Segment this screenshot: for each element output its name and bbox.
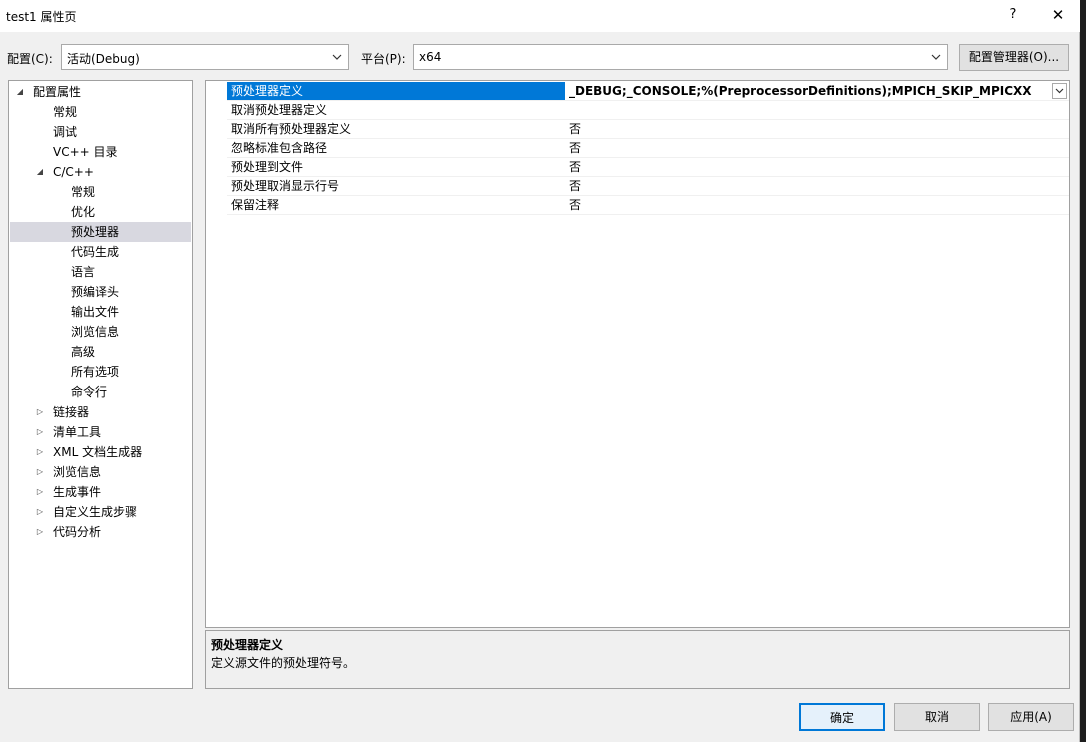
help-icon[interactable]: ? bbox=[1002, 4, 1024, 26]
property-row-undefine-preprocessor[interactable]: 取消预处理器定义 bbox=[227, 101, 1069, 120]
chevron-down-icon bbox=[1055, 88, 1064, 94]
tree-item-output-files[interactable]: 输出文件 bbox=[71, 302, 119, 322]
property-name: 取消预处理器定义 bbox=[231, 103, 328, 117]
description-panel: 预处理器定义 定义源文件的预处理符号。 bbox=[205, 630, 1070, 689]
tree-item-label: 生成事件 bbox=[53, 485, 102, 499]
config-label: 配置(C): bbox=[7, 52, 53, 66]
background-strip bbox=[1080, 0, 1086, 742]
property-pages-dialog: test1 属性页 ? ✕ 配置(C): 活动(Debug) 平台(P): x6… bbox=[0, 0, 1080, 742]
tree-item-build-events[interactable]: ▷ 生成事件 bbox=[9, 482, 190, 502]
tree-item-all-options[interactable]: 所有选项 bbox=[71, 362, 119, 382]
tree-item-browse-info[interactable]: 浏览信息 bbox=[71, 322, 119, 342]
description-text: 定义源文件的预处理符号。 bbox=[211, 656, 356, 670]
property-row-suppress-line-numbers[interactable]: 预处理取消显示行号 否 bbox=[227, 177, 1069, 196]
platform-dropdown[interactable]: x64 bbox=[413, 44, 948, 70]
config-dropdown[interactable]: 活动(Debug) bbox=[61, 44, 349, 70]
expand-triangle-icon[interactable]: ▷ bbox=[35, 522, 45, 542]
tree-item-language[interactable]: 语言 bbox=[71, 262, 95, 282]
platform-value: x64 bbox=[419, 50, 442, 64]
config-value: 活动(Debug) bbox=[67, 52, 140, 66]
property-value: 否 bbox=[569, 198, 582, 212]
expand-triangle-icon[interactable]: ▷ bbox=[35, 462, 45, 482]
tree-item-label: XML 文档生成器 bbox=[53, 445, 143, 459]
property-row-keep-comments[interactable]: 保留注释 否 bbox=[227, 196, 1069, 215]
expand-triangle-icon[interactable]: ◢ bbox=[15, 82, 25, 102]
property-row-undefine-all[interactable]: 取消所有预处理器定义 否 bbox=[227, 120, 1069, 139]
expand-triangle-icon[interactable]: ▷ bbox=[35, 502, 45, 522]
tree-item-label: 预处理器 bbox=[71, 225, 120, 239]
tree-item-label: 清单工具 bbox=[53, 425, 102, 439]
expand-triangle-icon[interactable]: ▷ bbox=[35, 482, 45, 502]
tree-item-label: 配置属性 bbox=[33, 85, 82, 99]
tree-item-cpp[interactable]: ◢ C/C++ bbox=[9, 162, 190, 182]
tree-item-browse-information[interactable]: ▷ 浏览信息 bbox=[9, 462, 190, 482]
tree-item-custom-build-step[interactable]: ▷ 自定义生成步骤 bbox=[9, 502, 190, 522]
tree-item-label: 代码分析 bbox=[53, 525, 102, 539]
property-name: 忽略标准包含路径 bbox=[231, 141, 328, 155]
chevron-down-icon bbox=[931, 54, 941, 60]
description-title: 预处理器定义 bbox=[211, 638, 284, 652]
tree-item-label: C/C++ bbox=[53, 165, 94, 179]
platform-label: 平台(P): bbox=[361, 52, 406, 66]
property-value: 否 bbox=[569, 122, 582, 136]
tree-item-label: 自定义生成步骤 bbox=[53, 505, 138, 519]
property-row-preprocess-to-file[interactable]: 预处理到文件 否 bbox=[227, 158, 1069, 177]
property-name: 保留注释 bbox=[231, 198, 280, 212]
tree-item-linker[interactable]: ▷ 链接器 bbox=[9, 402, 190, 422]
expand-triangle-icon[interactable]: ▷ bbox=[35, 422, 45, 442]
property-name: 预处理取消显示行号 bbox=[231, 179, 340, 193]
value-dropdown-button[interactable] bbox=[1052, 83, 1067, 99]
property-name: 预处理到文件 bbox=[231, 160, 304, 174]
tree-item-cpp-general[interactable]: 常规 bbox=[71, 182, 95, 202]
tree-item-code-generation[interactable]: 代码生成 bbox=[71, 242, 119, 262]
tree-item-general[interactable]: 常规 bbox=[53, 102, 77, 122]
property-grid: 预处理器定义 _DEBUG;_CONSOLE;%(PreprocessorDef… bbox=[205, 80, 1070, 628]
ok-button[interactable]: 确定 bbox=[799, 703, 885, 731]
tree-item-code-analysis[interactable]: ▷ 代码分析 bbox=[9, 522, 190, 542]
expand-triangle-icon[interactable]: ▷ bbox=[35, 402, 45, 422]
category-tree: ◢ 配置属性 常规 调试 VC++ 目录 ◢ C/C++ 常规 优化 预处理器 … bbox=[8, 80, 193, 689]
tree-item-manifest-tool[interactable]: ▷ 清单工具 bbox=[9, 422, 190, 442]
tree-item-xml-doc-generator[interactable]: ▷ XML 文档生成器 bbox=[9, 442, 190, 462]
property-row-ignore-standard-include[interactable]: 忽略标准包含路径 否 bbox=[227, 139, 1069, 158]
tree-item-command-line[interactable]: 命令行 bbox=[71, 382, 107, 402]
tree-item-advanced[interactable]: 高级 bbox=[71, 342, 95, 362]
tree-item-label: 浏览信息 bbox=[53, 465, 102, 479]
expand-triangle-icon[interactable]: ◢ bbox=[35, 162, 45, 182]
property-value-input[interactable]: _DEBUG;_CONSOLE;%(PreprocessorDefinition… bbox=[569, 82, 1032, 100]
tree-item-debugging[interactable]: 调试 bbox=[53, 122, 77, 142]
apply-button[interactable]: 应用(A) bbox=[988, 703, 1074, 731]
config-manager-button[interactable]: 配置管理器(O)... bbox=[959, 44, 1069, 71]
property-value: 否 bbox=[569, 141, 582, 155]
property-value: 否 bbox=[569, 160, 582, 174]
expand-triangle-icon[interactable]: ▷ bbox=[35, 442, 45, 462]
tree-item-vc-directories[interactable]: VC++ 目录 bbox=[53, 142, 118, 162]
cancel-button[interactable]: 取消 bbox=[894, 703, 980, 731]
property-name: 预处理器定义 bbox=[227, 82, 565, 100]
property-name: 取消所有预处理器定义 bbox=[231, 122, 352, 136]
tree-item-precompiled-headers[interactable]: 预编译头 bbox=[71, 282, 119, 302]
property-value: 否 bbox=[569, 179, 582, 193]
window-title: test1 属性页 bbox=[6, 10, 77, 24]
tree-item-config-properties[interactable]: ◢ 配置属性 bbox=[9, 82, 190, 102]
chevron-down-icon bbox=[332, 54, 342, 60]
close-icon[interactable]: ✕ bbox=[1044, 4, 1072, 26]
title-bar: test1 属性页 ? ✕ bbox=[0, 0, 1080, 32]
tree-item-label: 链接器 bbox=[53, 405, 90, 419]
tree-item-optimization[interactable]: 优化 bbox=[71, 202, 95, 222]
tree-item-preprocessor[interactable]: 预处理器 bbox=[10, 222, 191, 242]
property-row-preprocessor-definitions[interactable]: 预处理器定义 _DEBUG;_CONSOLE;%(PreprocessorDef… bbox=[227, 82, 1069, 101]
